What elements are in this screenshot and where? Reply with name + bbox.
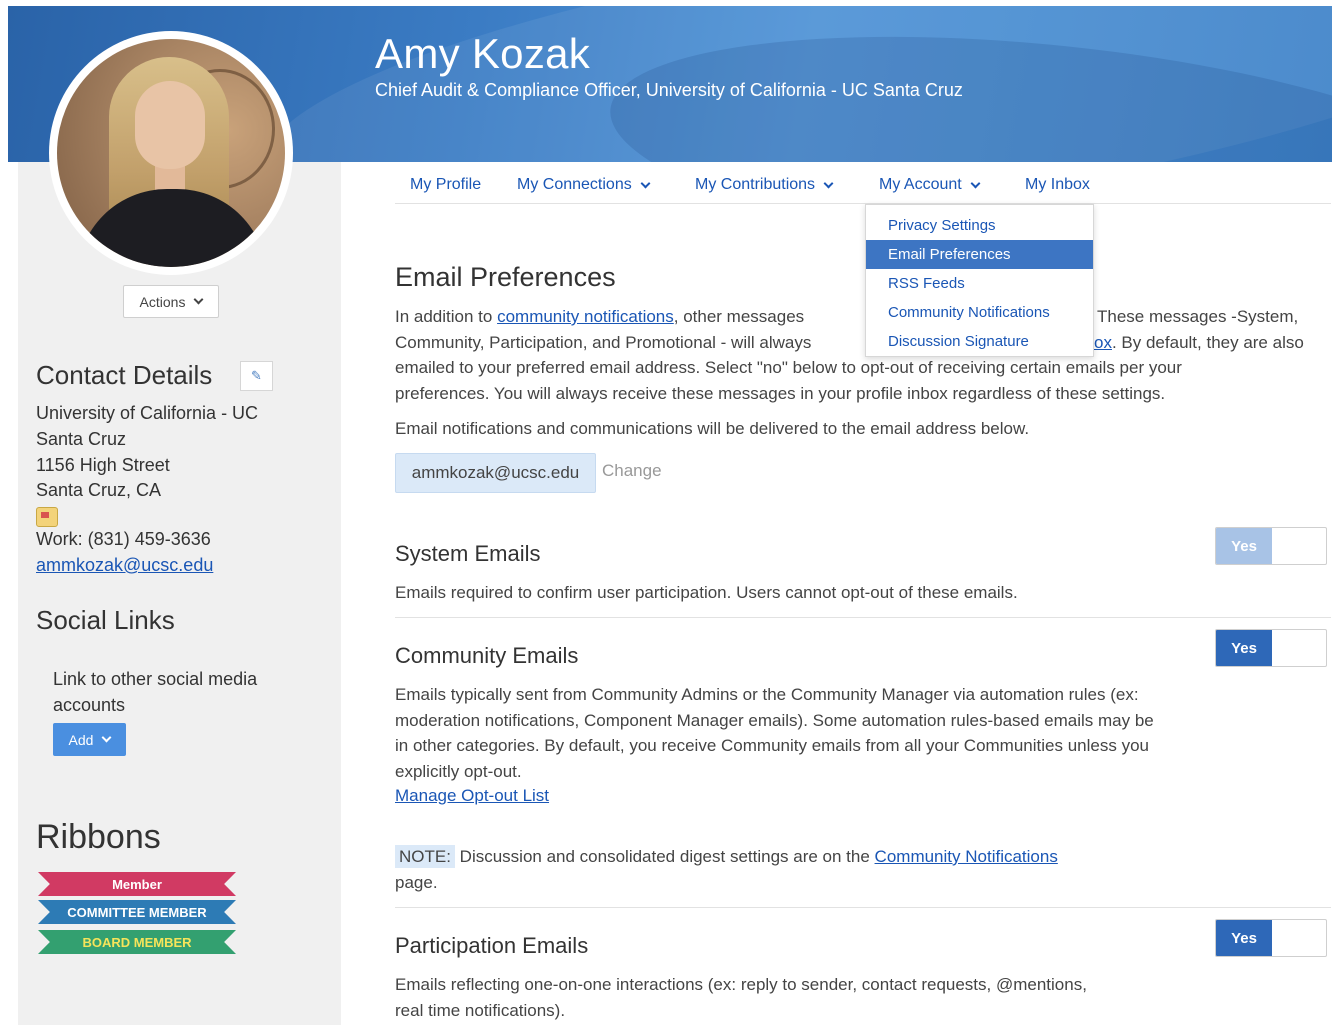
ribbon-member: Member xyxy=(38,872,236,896)
chevron-down-icon xyxy=(823,178,834,188)
delivery-note: Email notifications and communications w… xyxy=(395,419,1030,438)
nav-my-contributions[interactable]: My Contributions xyxy=(695,176,834,194)
intro-text: . By default, they are also xyxy=(1111,333,1304,352)
community-emails-desc: Emails typically sent from Community Adm… xyxy=(395,685,1154,781)
nav-label: My Connections xyxy=(517,176,632,193)
intro-text: In addition to xyxy=(395,307,498,326)
toggle-yes: Yes xyxy=(1216,920,1272,956)
menu-item-rss-feeds[interactable]: RSS Feeds xyxy=(866,269,1093,298)
social-links-heading: Social Links xyxy=(36,605,175,635)
actions-label: Actions xyxy=(139,293,186,310)
divider xyxy=(395,907,1331,908)
contact-line: 1156 High Street xyxy=(36,455,170,475)
intro-text: , other messages xyxy=(673,307,805,326)
intro-line-1-end: These messages -System, xyxy=(1097,307,1299,326)
profile-name: Amy Kozak xyxy=(375,30,591,77)
contact-email-link[interactable]: ammkozak@ucsc.edu xyxy=(36,555,213,576)
nav-label: My Profile xyxy=(410,176,482,193)
menu-item-discussion-signature[interactable]: Discussion Signature xyxy=(866,327,1093,356)
divider xyxy=(395,617,1331,618)
chevron-down-icon xyxy=(194,294,204,305)
add-social-link-button[interactable]: Add xyxy=(53,723,126,756)
photo-face xyxy=(135,81,205,169)
change-email-link[interactable]: Change xyxy=(602,461,662,481)
my-account-menu: Privacy Settings Email Preferences RSS F… xyxy=(865,204,1094,357)
avatar[interactable] xyxy=(49,31,293,275)
profile-title: Chief Audit & Compliance Officer, Univer… xyxy=(375,80,963,100)
pencil-icon: ✎ xyxy=(251,368,262,383)
chevron-down-icon xyxy=(970,178,981,188)
community-notifications-page-link[interactable]: Community Notifications xyxy=(875,847,1058,866)
vcard-icon[interactable] xyxy=(36,507,58,527)
community-emails-title: Community Emails xyxy=(395,643,579,668)
profile-nav: My Profile My Connections My Contributio… xyxy=(395,162,1331,204)
preferred-email: ammkozak@ucsc.edu xyxy=(395,453,596,493)
participation-emails-title: Participation Emails xyxy=(395,933,589,958)
manage-opt-out-row: Manage Opt-out List xyxy=(395,783,1330,809)
system-emails-toggle: Yes xyxy=(1215,527,1327,565)
profile-photo xyxy=(57,39,285,267)
toggle-yes: Yes xyxy=(1216,528,1272,564)
intro-line-2-end: ox. By default, they are also xyxy=(1094,330,1332,356)
ribbon-board-member: BOARD MEMBER xyxy=(38,930,236,954)
inbox-link[interactable]: ox xyxy=(1094,333,1112,352)
contact-line: Santa Cruz, CA xyxy=(36,480,162,500)
work-phone: Work: (831) 459-3636 xyxy=(36,529,211,549)
contact-line: University of California - UC xyxy=(36,403,259,423)
menu-item-privacy-settings[interactable]: Privacy Settings xyxy=(866,211,1093,240)
intro-line-3: emailed to your preferred email address.… xyxy=(395,358,1182,377)
edit-contact-button[interactable]: ✎ xyxy=(240,361,273,391)
nav-my-account[interactable]: My Account xyxy=(879,176,981,194)
nav-my-profile[interactable]: My Profile xyxy=(410,176,481,194)
nav-my-connections[interactable]: My Connections xyxy=(517,176,651,194)
intro-line-4: preferences. You will always receive the… xyxy=(395,384,1166,403)
chevron-down-icon xyxy=(640,178,651,188)
contact-details-heading: Contact Details xyxy=(36,360,213,390)
toggle-yes: Yes xyxy=(1216,630,1272,666)
nav-my-inbox[interactable]: My Inbox xyxy=(1025,176,1090,194)
system-emails-title: System Emails xyxy=(395,541,541,566)
social-links-text: Link to other social media accounts xyxy=(53,669,258,715)
nav-label: My Contributions xyxy=(695,176,816,193)
manage-opt-out-link[interactable]: Manage Opt-out List xyxy=(395,786,549,805)
community-notifications-link[interactable]: community notifications xyxy=(497,307,674,326)
chevron-down-icon xyxy=(102,732,112,743)
participation-emails-desc: Emails reflecting one-on-one interaction… xyxy=(395,975,1087,1020)
note-text: Discussion and consolidated digest setti… xyxy=(454,847,875,866)
community-emails-toggle[interactable]: Yes xyxy=(1215,629,1327,667)
page-title: Email Preferences xyxy=(395,262,616,292)
participation-emails-toggle[interactable]: Yes xyxy=(1215,919,1327,957)
digest-note-end: page. xyxy=(395,873,438,892)
nav-label: My Account xyxy=(879,176,962,193)
ribbon-committee-member: COMMITTEE MEMBER xyxy=(38,900,236,924)
menu-item-email-preferences[interactable]: Email Preferences xyxy=(866,240,1093,269)
ribbons-heading: Ribbons xyxy=(36,818,161,856)
photo-body xyxy=(77,189,267,267)
system-emails-desc: Emails required to confirm user particip… xyxy=(395,583,1018,602)
contact-line: Santa Cruz xyxy=(36,429,127,449)
nav-label: My Inbox xyxy=(1025,176,1090,193)
digest-note: NOTE: Discussion and consolidated digest… xyxy=(395,844,1175,870)
menu-item-community-notifications[interactable]: Community Notifications xyxy=(866,298,1093,327)
add-label: Add xyxy=(68,731,94,748)
intro-line-2: Community, Participation, and Promotiona… xyxy=(395,333,812,352)
actions-button[interactable]: Actions xyxy=(123,285,219,318)
note-label: NOTE: xyxy=(395,845,455,868)
